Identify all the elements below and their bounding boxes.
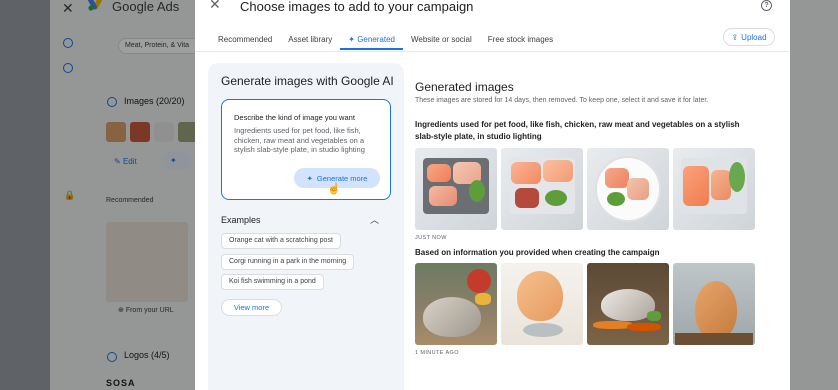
bg-generate-chip: ✦ [162,152,192,170]
prompt-textarea[interactable]: Describe the kind of image you want Ingr… [221,99,391,200]
tab-free-stock-images[interactable]: Free stock images [480,30,561,50]
bg-radio-icon [63,63,73,73]
bg-thumbnails [106,122,198,142]
generated-image[interactable] [673,148,755,230]
tab-bar: Recommended Asset library ✦ Generated We… [210,30,561,52]
hand-cursor-icon: ☝ [327,183,341,195]
tab-website-or-social[interactable]: Website or social [403,30,480,50]
bg-recommended-card [106,222,188,302]
bg-recommended-label: Recommended [106,197,154,204]
bg-from-url-label: ⊕ From your URL [118,307,174,314]
example-chip[interactable]: Corgi running in a park in the morning [221,254,355,270]
bg-edit-link: ✎ Edit [114,157,137,166]
generated-images-title: Generated images [415,80,514,94]
background-right-edge [790,0,838,390]
bg-logo-text: SOSA [106,378,136,388]
tab-generated[interactable]: ✦ Generated [340,30,403,50]
generated-images-subtitle: These images are stored for 14 days, the… [415,97,709,104]
view-more-button[interactable]: View more [221,299,282,316]
image-row [415,263,755,345]
upload-label: Upload [741,32,767,42]
image-picker-modal: ✕ Choose images to add to your campaign … [195,0,790,390]
background-page: ✕ Google Ads Meat, Protein, & Vita Image… [50,0,200,390]
prompt-text[interactable]: Ingredients used for pet food, like fish… [234,126,379,155]
bg-chip: Meat, Protein, & Vita [118,38,200,54]
tabs-divider [195,51,790,52]
generated-image[interactable] [415,148,497,230]
image-row [415,148,755,230]
timestamp: JUST NOW [415,235,447,241]
bg-logos-section: Logos (4/5) [124,350,170,360]
generated-image[interactable] [501,148,583,230]
generated-image[interactable] [587,148,669,230]
bg-close-icon: ✕ [62,0,74,16]
bg-images-section: Images (20/20) [124,96,185,106]
generator-title: Generate images with Google AI [221,74,394,88]
sparkle-icon: ✦ [306,173,313,183]
group-title: Ingredients used for pet food, like fish… [415,120,740,141]
tab-asset-library[interactable]: Asset library [280,30,340,50]
example-chip[interactable]: Koi fish swimming in a pond [221,274,324,290]
generated-image[interactable] [673,263,755,345]
examples-label: Examples [221,215,261,225]
timestamp: 1 MINUTE AGO [415,350,459,356]
tab-recommended[interactable]: Recommended [210,30,280,50]
example-chip[interactable]: Orange cat with a scratching post [221,233,341,249]
generate-more-label: Generate more [316,173,368,183]
generated-image[interactable] [415,263,497,345]
group-title: Based on information you provided when c… [415,248,660,257]
generated-image[interactable] [587,263,669,345]
bg-images-check-icon [107,97,117,107]
generated-image[interactable] [501,263,583,345]
google-ads-logo-icon [88,0,102,11]
bg-app-title: Google Ads [112,0,180,14]
bg-lock-icon: 🔒 [64,190,76,200]
close-icon[interactable]: ✕ [209,0,221,13]
generator-panel: Generate images with Google AI Describe … [208,63,404,390]
chevron-up-icon[interactable]: ︿ [370,213,379,226]
upload-button[interactable]: ⇪ Upload [723,28,775,46]
prompt-label: Describe the kind of image you want [234,113,355,122]
upload-icon: ⇪ [731,32,739,42]
bg-check-icon [63,38,73,48]
help-icon[interactable]: ? [761,0,772,11]
bg-logos-check-icon [107,352,117,362]
modal-title: Choose images to add to your campaign [240,0,474,14]
